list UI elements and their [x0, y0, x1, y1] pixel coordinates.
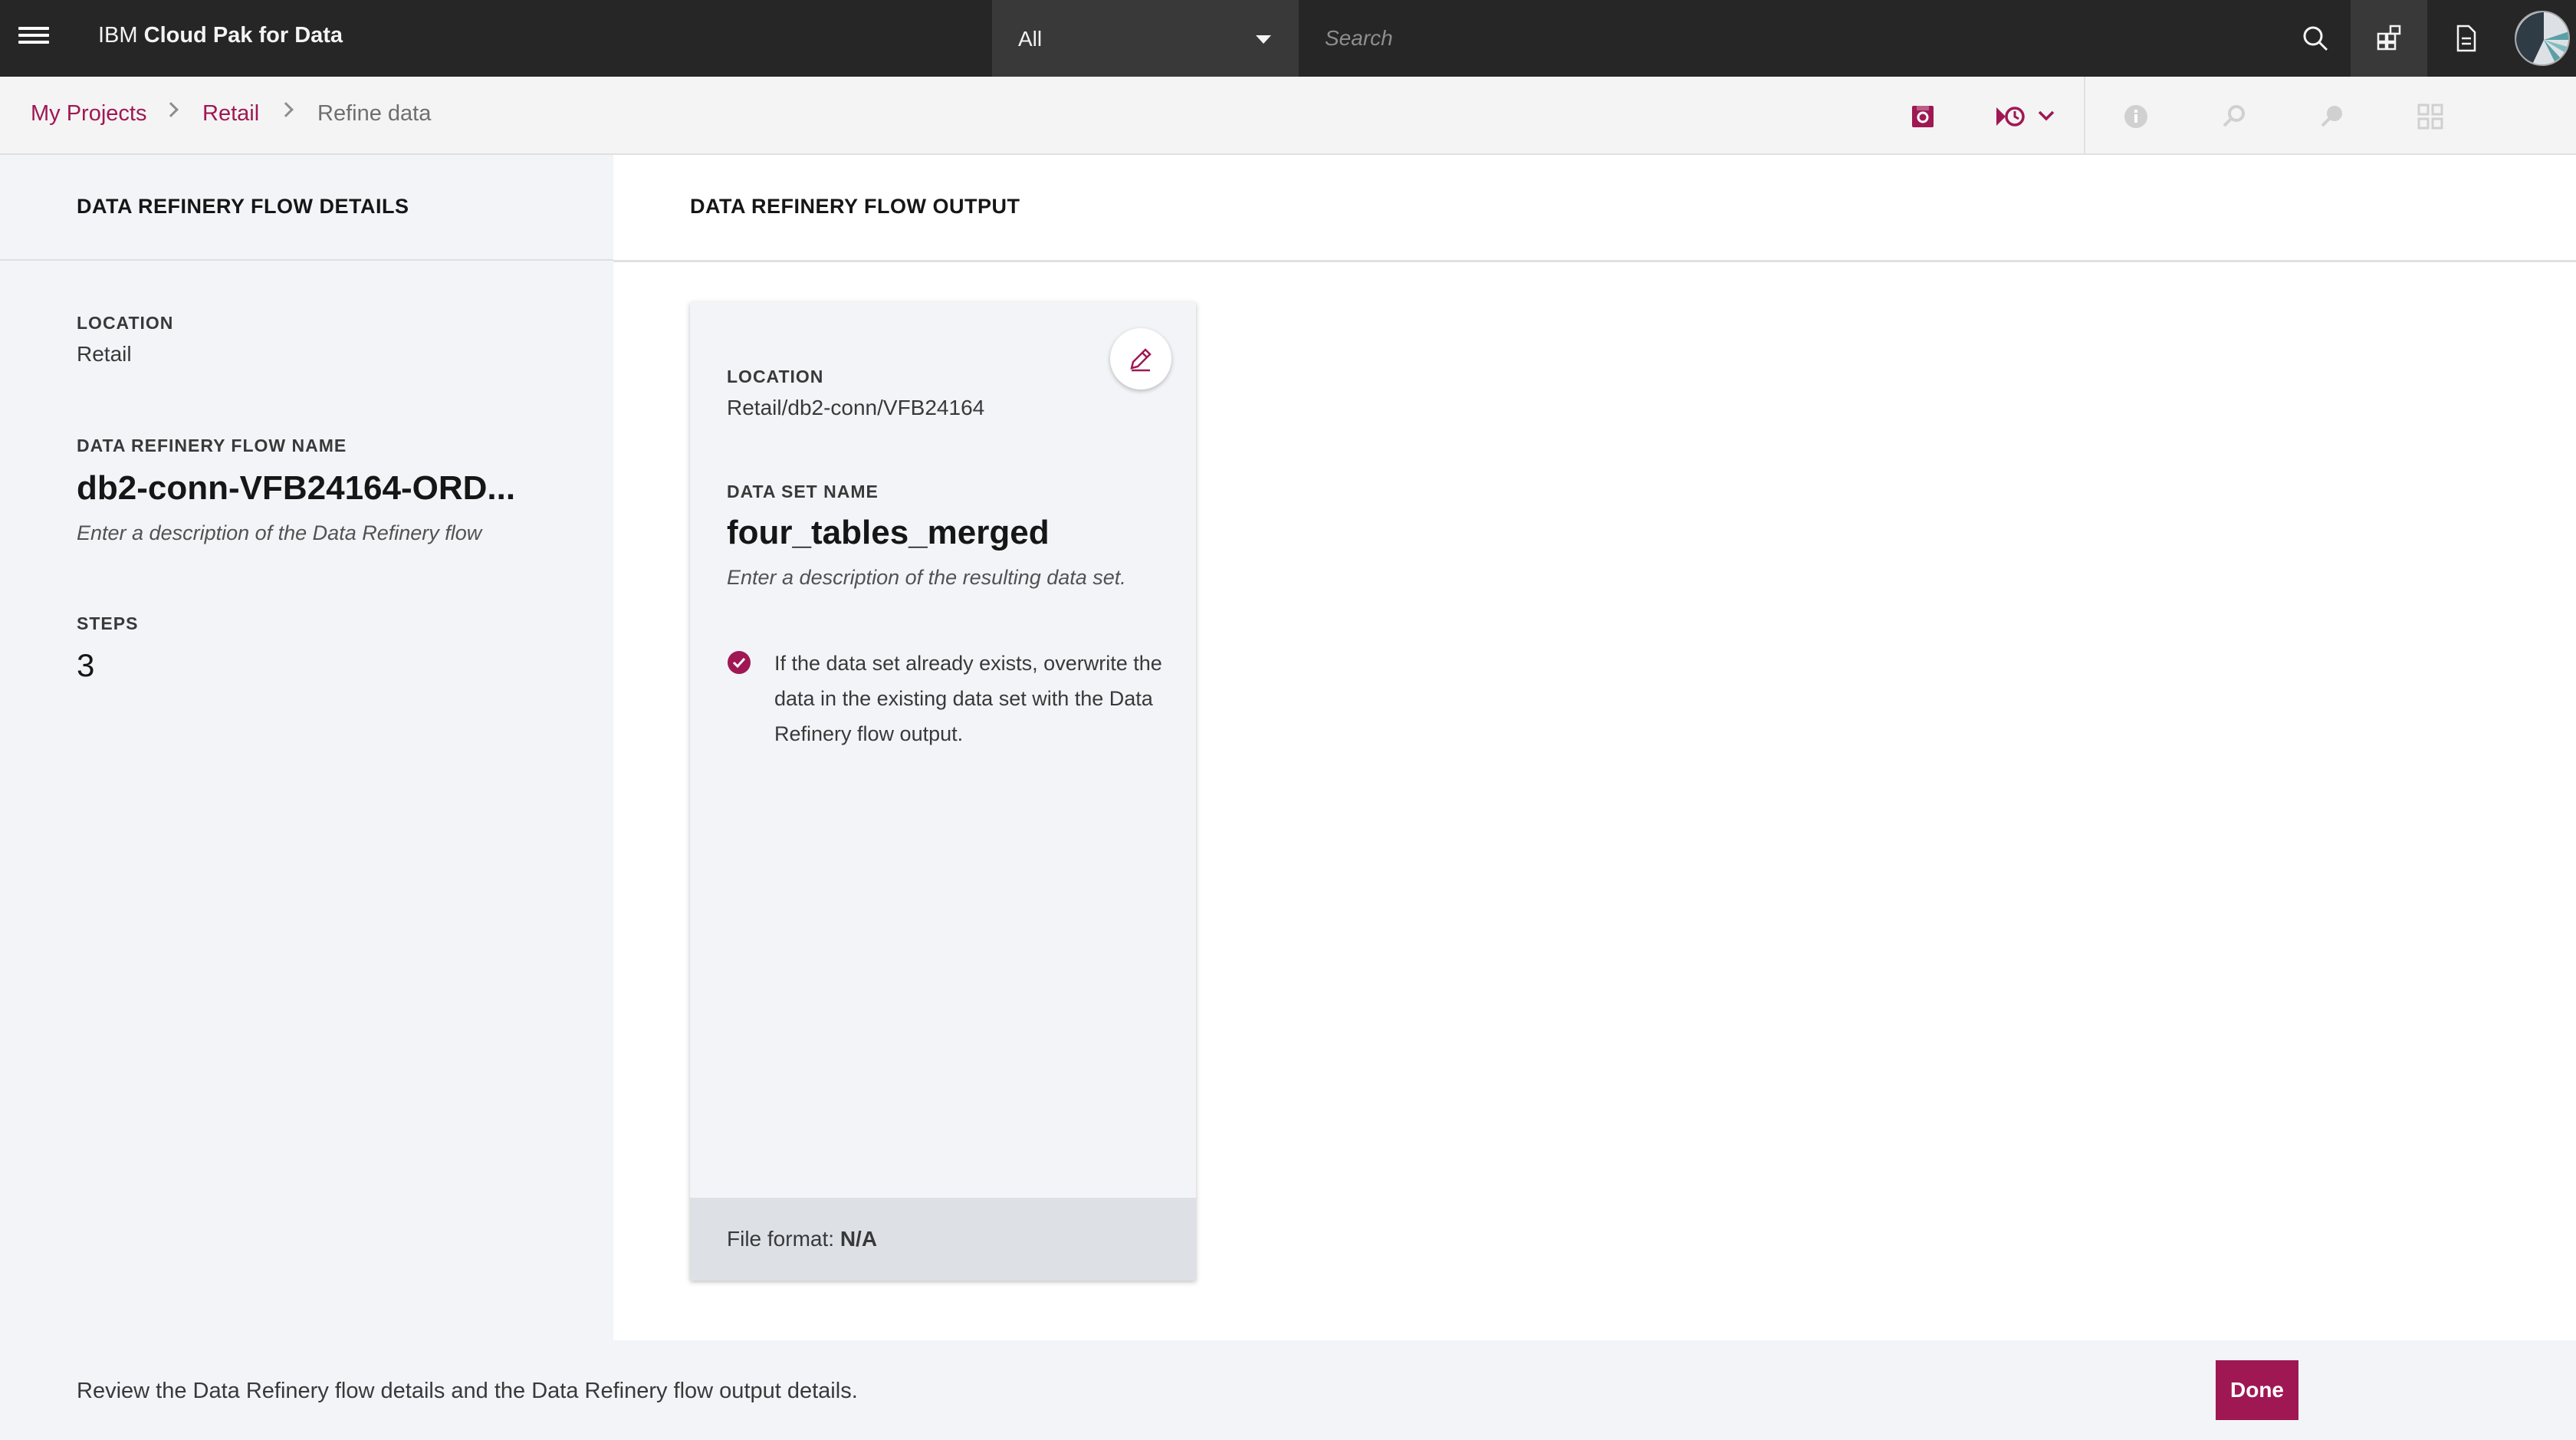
search-replace-button[interactable]	[2211, 94, 2257, 140]
search-scope-value: All	[1018, 27, 1043, 51]
flow-output-title: DATA REFINERY FLOW OUTPUT	[690, 195, 1020, 218]
dataset-description-field: Enter a description of the resulting dat…	[727, 566, 1126, 589]
checkmark-filled-icon[interactable]	[727, 650, 751, 675]
breadcrumb-refine-data: Refine data	[317, 101, 432, 126]
flow-description-field[interactable]: Enter a description of the Data Refinery…	[77, 521, 481, 545]
breadcrumb-my-projects[interactable]: My Projects	[31, 101, 146, 127]
done-button[interactable]: Done	[2216, 1360, 2298, 1420]
dataset-name-value: four_tables_merged	[727, 514, 1050, 551]
search-bar	[1299, 0, 2351, 77]
avatar[interactable]	[2515, 11, 2570, 66]
output-card: LOCATION Retail/db2-conn/VFB24164 DATA S…	[690, 302, 1196, 1281]
steps-label: STEPS	[77, 613, 139, 633]
info-icon	[2124, 105, 2147, 128]
file-format-text: File format: N/A	[727, 1227, 877, 1251]
chevron-right-icon	[278, 102, 294, 117]
catalog-icon	[2377, 25, 2401, 51]
caret-down-icon	[1256, 35, 1271, 44]
search-scope-dropdown[interactable]: All	[992, 0, 1299, 77]
search-input[interactable]	[1325, 21, 2245, 55]
file-format-value: N/A	[840, 1227, 878, 1251]
grid-button[interactable]	[2407, 94, 2453, 140]
breadcrumb-retail[interactable]: Retail	[202, 101, 259, 127]
flow-details-panel: DATA REFINERY FLOW DETAILS LOCATION Reta…	[0, 155, 613, 1340]
output-location-value: Retail/db2-conn/VFB24164	[727, 396, 985, 419]
file-format-label: File format:	[727, 1227, 835, 1251]
breadcrumb-bar: My Projects Retail Refine data	[0, 77, 2576, 155]
chevron-right-icon	[163, 102, 179, 117]
brand-prefix: IBM	[98, 23, 138, 48]
top-nav-bar: IBM Cloud Pak for Data All	[0, 0, 2576, 77]
schedule-run-dropdown[interactable]	[1986, 94, 2070, 140]
brand-name: Cloud Pak for Data	[143, 23, 343, 48]
bottom-action-bar: Review the Data Refinery flow details an…	[0, 1340, 2576, 1440]
catalog-button[interactable]	[2351, 0, 2427, 77]
schedule-run-icon	[1996, 107, 2055, 127]
menu-icon[interactable]	[18, 23, 49, 54]
output-location-label: LOCATION	[727, 367, 824, 386]
user-avatar-image	[2516, 12, 2568, 64]
flow-output-header: DATA REFINERY FLOW OUTPUT	[613, 155, 2576, 262]
review-message: Review the Data Refinery flow details an…	[77, 1379, 858, 1403]
flow-name-label: DATA REFINERY FLOW NAME	[77, 436, 347, 455]
profile-button[interactable]	[2309, 94, 2355, 140]
document-button[interactable]	[2427, 0, 2504, 77]
search-replace-icon	[2223, 105, 2245, 127]
save-button[interactable]	[1900, 94, 1946, 140]
product-name: IBM Cloud Pak for Data	[98, 23, 343, 48]
toolbar-divider	[2084, 77, 2085, 153]
steps-value: 3	[77, 647, 95, 683]
document-icon	[2456, 25, 2476, 52]
flow-details-title: DATA REFINERY FLOW DETAILS	[77, 195, 409, 218]
search-icon[interactable]	[2300, 23, 2331, 54]
grid-icon	[2417, 104, 2443, 130]
file-format-footer: File format: N/A	[690, 1198, 1196, 1281]
edit-output-button[interactable]	[1110, 328, 1171, 390]
save-icon	[1912, 106, 1934, 127]
flow-location-label: LOCATION	[77, 313, 174, 333]
edit-icon	[1130, 348, 1152, 372]
flow-details-header: DATA REFINERY FLOW DETAILS	[0, 155, 613, 261]
flow-name-value[interactable]: db2-conn-VFB24164-ORD...	[77, 469, 515, 508]
profile-icon	[2321, 106, 2342, 127]
overwrite-option-text: If the data set already exists, overwrit…	[774, 652, 1162, 745]
dataset-name-label: DATA SET NAME	[727, 482, 879, 501]
flow-location-value: Retail	[77, 342, 132, 366]
info-button[interactable]	[2113, 94, 2159, 140]
